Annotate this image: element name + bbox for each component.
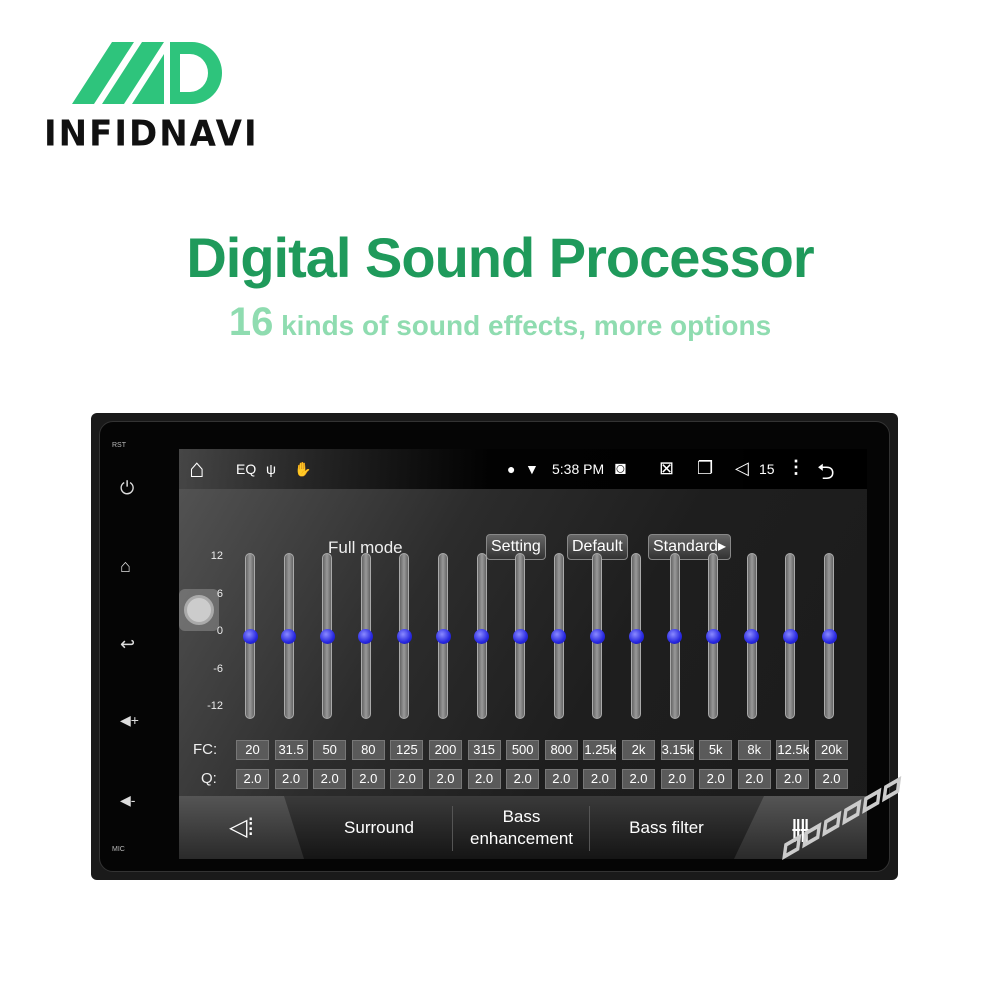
- eq-slider-knob[interactable]: [474, 628, 490, 644]
- headline-title: Digital Sound Processor: [186, 226, 814, 289]
- q-value-cell[interactable]: 2.0: [313, 769, 347, 789]
- wifi-icon: ▼: [525, 461, 539, 477]
- usb-icon: ψ: [266, 461, 276, 477]
- fc-value-cell[interactable]: 2k: [622, 740, 655, 760]
- status-bar: ⌂ EQ ψ ✋ ● ▼ 5:38 PM ◙ ⊠ ❐ ◁ 15 ⋮ ⮌: [179, 449, 867, 489]
- scale-tick: -12: [207, 700, 223, 712]
- volume-down-icon[interactable]: ◀-: [120, 792, 135, 809]
- q-value-cell[interactable]: 2.0: [660, 769, 694, 789]
- q-value-cell[interactable]: 2.0: [274, 769, 308, 789]
- eq-slider-knob[interactable]: [744, 628, 760, 644]
- bass-filter-tab[interactable]: Bass filter: [594, 796, 739, 859]
- fc-value-cell[interactable]: 5k: [699, 740, 733, 760]
- fc-value-cell[interactable]: 1.25k: [583, 740, 617, 760]
- q-value-cell[interactable]: 2.0: [776, 769, 810, 789]
- q-value-cell[interactable]: 2.0: [699, 769, 733, 789]
- eq-slider-knob[interactable]: [551, 628, 567, 644]
- speaker-icon: ◁⁞: [228, 813, 255, 841]
- q-label: Q:: [201, 770, 217, 787]
- fc-value-cell[interactable]: 8k: [737, 740, 771, 760]
- surround-tab[interactable]: Surround: [314, 796, 444, 859]
- headline-subtitle: 16 kinds of sound effects, more options: [0, 300, 1000, 345]
- fc-value-cell[interactable]: 80: [351, 740, 385, 760]
- location-icon: ●: [507, 461, 516, 477]
- recent-apps-icon[interactable]: ❐: [697, 458, 713, 479]
- subtitle-text: kinds of sound effects, more options: [273, 310, 772, 341]
- fc-value-cell[interactable]: 125: [390, 740, 424, 760]
- q-value-cell[interactable]: 2.0: [622, 769, 655, 789]
- eq-slider-knob[interactable]: [396, 628, 412, 644]
- q-value-cell[interactable]: 2.0: [429, 769, 462, 789]
- home-icon[interactable]: ⌂: [189, 453, 205, 484]
- fc-value-cell[interactable]: 200: [429, 740, 462, 760]
- fc-value-cell[interactable]: 31.5: [274, 740, 308, 760]
- q-value-cell[interactable]: 2.0: [236, 769, 269, 789]
- home-icon[interactable]: ⌂: [120, 556, 131, 577]
- mic-label: MIC: [112, 846, 125, 853]
- scale-tick: 6: [216, 587, 223, 600]
- eq-slider-knob[interactable]: [281, 628, 297, 644]
- fc-value-cell[interactable]: 500: [506, 740, 540, 760]
- q-value-cell[interactable]: 2.0: [390, 769, 424, 789]
- q-value-cell[interactable]: 2.0: [583, 769, 617, 789]
- eq-slider-knob[interactable]: [628, 628, 644, 644]
- q-value-cell[interactable]: 2.0: [737, 769, 771, 789]
- logo-mark-icon: [72, 42, 222, 104]
- back-icon[interactable]: ↩: [120, 634, 135, 655]
- eq-slider-knob[interactable]: [435, 628, 451, 644]
- fc-value-cell[interactable]: 20k: [815, 740, 848, 760]
- fc-value-cell[interactable]: 3.15k: [660, 740, 694, 760]
- fc-value-cell[interactable]: 50: [313, 740, 347, 760]
- fc-value-cell[interactable]: 20: [236, 740, 269, 760]
- fc-value-cell[interactable]: 800: [544, 740, 578, 760]
- screen: ⌂ EQ ψ ✋ ● ▼ 5:38 PM ◙ ⊠ ❐ ◁ 15 ⋮ ⮌ Full…: [179, 449, 867, 859]
- fc-value-cell[interactable]: 315: [467, 740, 501, 760]
- eq-slider-knob[interactable]: [512, 628, 528, 644]
- eq-slider-knob[interactable]: [319, 628, 335, 644]
- subtitle-number: 16: [228, 300, 274, 344]
- q-value-cell[interactable]: 2.0: [544, 769, 578, 789]
- speaker-tab[interactable]: ◁⁞: [179, 796, 304, 859]
- bottom-tab-bar: ◁⁞ Surround Bass enhancement Bass filter…: [179, 796, 867, 859]
- eq-slider-knob[interactable]: [782, 628, 798, 644]
- volume-up-icon[interactable]: ◀+: [120, 712, 139, 729]
- q-value-cell[interactable]: 2.0: [467, 769, 501, 789]
- head-unit-device: RST ⏻ ⌂ ↩ ◀+ ◀- MIC ⌂ EQ ψ ✋ ● ▼ 5:38 PM…: [91, 413, 898, 880]
- q-value-cell[interactable]: 2.0: [815, 769, 848, 789]
- bass-enhancement-tab[interactable]: Bass enhancement: [459, 796, 584, 859]
- eq-slider-knob[interactable]: [589, 628, 605, 644]
- eq-slider-knob[interactable]: [667, 628, 683, 644]
- app-label: EQ: [236, 461, 257, 477]
- logo: INFIDNAVI: [44, 42, 257, 155]
- q-value-cell[interactable]: 2.0: [351, 769, 385, 789]
- eq-slider-knob[interactable]: [821, 628, 837, 644]
- scale-tick: -6: [213, 662, 223, 675]
- fc-label: FC:: [193, 741, 218, 758]
- volume-icon[interactable]: ◁: [735, 458, 749, 479]
- bezel: RST ⏻ ⌂ ↩ ◀+ ◀- MIC ⌂ EQ ψ ✋ ● ▼ 5:38 PM…: [99, 421, 890, 872]
- eq-slider-knob[interactable]: [705, 628, 721, 644]
- eq-slider-knob[interactable]: [358, 628, 374, 644]
- standard-button[interactable]: Standard▸: [648, 534, 731, 560]
- back-icon[interactable]: ⮌: [817, 455, 835, 493]
- clock: 5:38 PM: [552, 461, 605, 477]
- rst-label: RST: [112, 442, 126, 449]
- eq-slider-knob[interactable]: [242, 628, 258, 644]
- more-icon[interactable]: ⋮: [787, 457, 805, 478]
- power-icon[interactable]: ⏻: [120, 478, 134, 499]
- scale-tick: 0: [216, 625, 223, 637]
- volume-level: 15: [759, 461, 775, 477]
- fc-value-cell[interactable]: 12.5k: [776, 740, 810, 760]
- brand-name: INFIDNAVI: [44, 113, 259, 155]
- close-app-icon[interactable]: ⊠: [659, 458, 674, 479]
- q-value-cell[interactable]: 2.0: [506, 769, 540, 789]
- screenshot-icon[interactable]: ◙: [615, 458, 626, 479]
- scale-tick: 12: [210, 550, 223, 562]
- hand-icon: ✋: [294, 461, 312, 477]
